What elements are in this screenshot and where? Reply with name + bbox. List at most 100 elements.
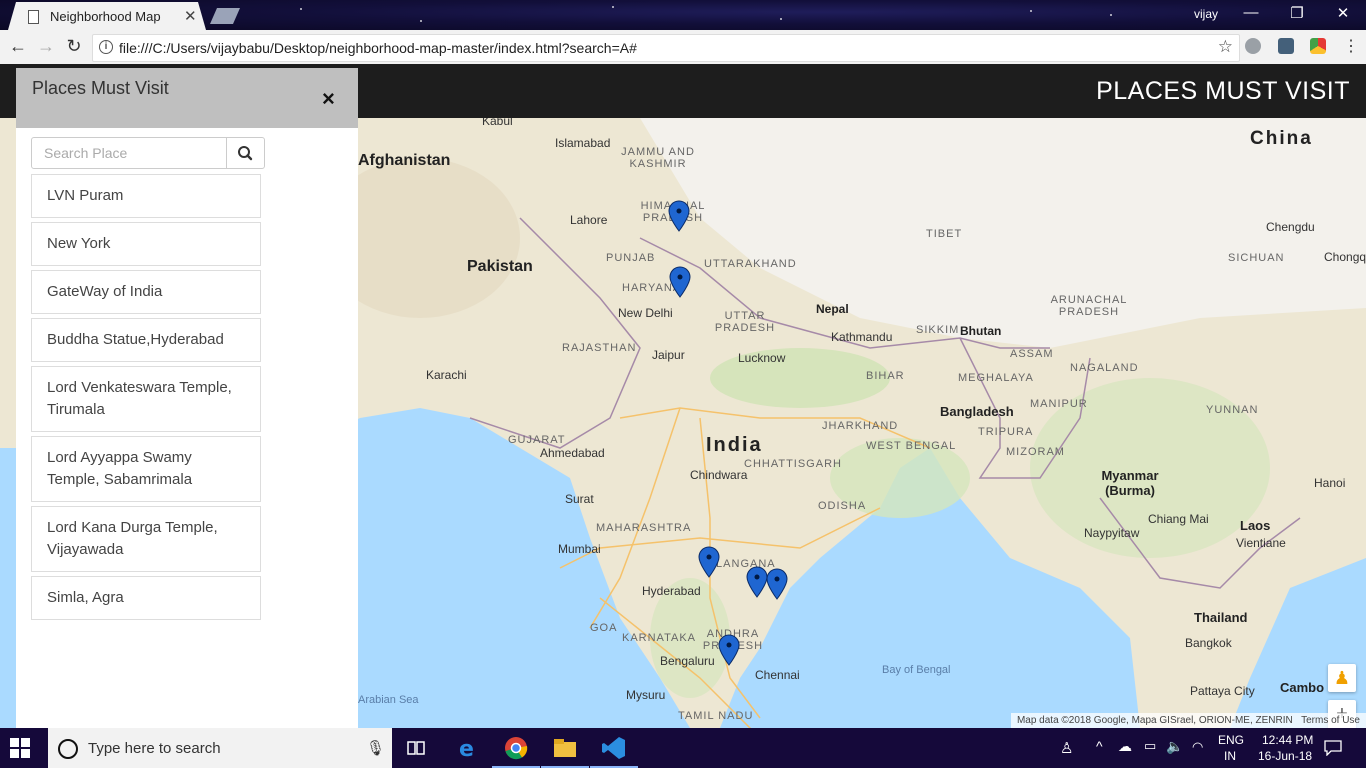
- map-label-country: Afghanistan: [358, 152, 451, 169]
- map-marker[interactable]: [746, 566, 768, 598]
- map-label-region: SICHUAN: [1228, 252, 1285, 264]
- microphone-icon[interactable]: 🎙: [366, 739, 385, 757]
- map-label-region: JAMMU AND KASHMIR: [621, 146, 695, 170]
- tab-title: Neighborhood Map: [50, 9, 161, 24]
- list-item[interactable]: LVN Puram: [31, 174, 261, 218]
- vscode-icon[interactable]: [600, 734, 628, 762]
- sidebar-close-button[interactable]: ×: [322, 86, 335, 112]
- map-label-city: Islamabad: [555, 136, 611, 150]
- list-item[interactable]: GateWay of India: [31, 270, 261, 314]
- restore-button[interactable]: ❐: [1282, 4, 1312, 22]
- map-label-city: Lahore: [570, 213, 608, 227]
- back-icon[interactable]: ←: [6, 36, 30, 57]
- taskbar-search-box[interactable]: Type here to search 🎙: [48, 728, 392, 768]
- map-label-region: PUNJAB: [606, 252, 656, 264]
- search-icon: [238, 146, 253, 161]
- map-label-city: Chongq: [1324, 250, 1366, 264]
- map-label-region: GOA: [590, 622, 618, 634]
- map-label-city: Hyderabad: [642, 584, 701, 598]
- minimize-button[interactable]: —: [1236, 4, 1266, 21]
- map-label-city: Lucknow: [738, 351, 786, 365]
- bookmark-star-icon[interactable]: ☆: [1218, 37, 1233, 57]
- onedrive-icon[interactable]: ☁: [1118, 738, 1132, 755]
- list-item[interactable]: Lord Ayyappa Swamy Temple, Sabamrimala: [31, 436, 261, 502]
- battery-icon[interactable]: ▭: [1144, 738, 1156, 754]
- info-icon[interactable]: i: [99, 40, 113, 54]
- extension-u-icon[interactable]: [1278, 38, 1294, 54]
- map-label-city: Chengdu: [1266, 220, 1315, 234]
- page-content: PLACES MUST VISIT Kabul Islamabad Lahore…: [0, 64, 1366, 728]
- map-label-city: Surat: [565, 492, 594, 506]
- map-label-country: China: [1250, 128, 1313, 149]
- search-input[interactable]: [31, 137, 227, 169]
- address-bar[interactable]: i file:///C:/Users/vijaybabu/Desktop/nei…: [92, 34, 1240, 62]
- map-label-country: Cambo: [1280, 680, 1325, 695]
- list-item[interactable]: Lord Venkateswara Temple, Tirumala: [31, 366, 261, 432]
- star-decoration: [1030, 10, 1032, 12]
- places-sidebar: Places Must Visit × LVN Puram New York G…: [16, 68, 358, 728]
- street-view-pegman-icon[interactable]: ♟: [1328, 664, 1356, 692]
- browser-menu-icon[interactable]: ⋮: [1343, 36, 1359, 56]
- file-explorer-icon[interactable]: [551, 734, 579, 762]
- list-item[interactable]: New York: [31, 222, 261, 266]
- reload-icon[interactable]: ↻: [62, 36, 86, 57]
- map-label-water: Bay of Bengal: [882, 664, 951, 676]
- chevron-up-icon[interactable]: ^: [1096, 738, 1103, 754]
- map-marker[interactable]: [718, 634, 740, 666]
- map-label-region: MEGHALAYA: [958, 372, 1034, 384]
- extension-cloud-icon[interactable]: [1245, 38, 1261, 54]
- search-button[interactable]: [226, 137, 265, 169]
- clock-date[interactable]: 16-Jun-18: [1258, 749, 1312, 763]
- map-attribution: Map data ©2018 Google, Mapa GISrael, ORI…: [1010, 713, 1366, 728]
- map-label-region: RAJASTHAN: [562, 342, 637, 354]
- map-label-region: ASSAM: [1010, 348, 1054, 360]
- map-label-region: CHHATTISGARH: [744, 458, 842, 470]
- volume-icon[interactable]: 🔈: [1166, 738, 1183, 755]
- map-label-region: JHARKHAND: [822, 420, 899, 432]
- forward-icon[interactable]: →: [34, 36, 58, 57]
- sidebar-header: Places Must Visit ×: [16, 68, 358, 128]
- task-view-icon[interactable]: [402, 734, 430, 762]
- tab-neighborhood-map[interactable]: Neighborhood Map ✕: [8, 2, 206, 30]
- map-label-country: Pakistan: [467, 258, 533, 275]
- document-icon: [28, 10, 39, 24]
- new-tab-button[interactable]: [210, 8, 240, 24]
- places-list: LVN Puram New York GateWay of India Budd…: [31, 174, 261, 624]
- windows-start-icon[interactable]: [10, 738, 30, 758]
- map-label-region: TAMIL NADU: [678, 710, 754, 722]
- cortana-icon: [58, 739, 78, 759]
- map-label-region: TRIPURA: [978, 426, 1034, 438]
- star-decoration: [612, 6, 614, 8]
- map-label-city: Pattaya City: [1190, 684, 1255, 698]
- people-icon[interactable]: ♙: [1060, 739, 1073, 757]
- map-marker[interactable]: [698, 546, 720, 578]
- wifi-icon[interactable]: ◠: [1192, 739, 1203, 755]
- notifications-icon[interactable]: [1324, 740, 1342, 756]
- map-label-city: Kabul: [482, 118, 513, 128]
- chrome-icon[interactable]: [502, 734, 530, 762]
- map-marker[interactable]: [766, 568, 788, 600]
- terms-link[interactable]: Terms of Use: [1301, 715, 1360, 726]
- star-decoration: [300, 8, 302, 10]
- close-window-button[interactable]: ✕: [1328, 4, 1358, 22]
- region-code[interactable]: IN: [1224, 749, 1236, 763]
- map-label-country: Laos: [1240, 518, 1271, 533]
- extension-color-icon[interactable]: [1310, 38, 1326, 54]
- map-label-region: KARNATAKA: [622, 632, 696, 644]
- profile-name[interactable]: vijay: [1194, 7, 1218, 21]
- list-item[interactable]: Buddha Statue,Hyderabad: [31, 318, 261, 362]
- clock-time[interactable]: 12:44 PM: [1262, 733, 1313, 747]
- url-text[interactable]: file:///C:/Users/vijaybabu/Desktop/neigh…: [119, 40, 637, 56]
- windows-taskbar: Type here to search 🎙 e ♙ ^ ☁ ▭ 🔈 ◠ ENG …: [0, 728, 1366, 768]
- list-item[interactable]: Simla, Agra: [31, 576, 261, 620]
- edge-browser-icon[interactable]: e: [454, 734, 482, 762]
- map-marker[interactable]: [668, 200, 690, 232]
- map-marker[interactable]: [669, 266, 691, 298]
- map-label-city: Hanoi: [1314, 476, 1346, 490]
- map-label-region: ARUNACHAL PRADESH: [1050, 294, 1128, 318]
- tab-close-button[interactable]: ✕: [184, 7, 197, 25]
- language-code[interactable]: ENG: [1218, 733, 1244, 747]
- map-label-city: Bengaluru: [660, 654, 715, 668]
- list-item[interactable]: Lord Kana Durga Temple, Vijayawada: [31, 506, 261, 572]
- map-label-country: Bangladesh: [940, 404, 1014, 419]
